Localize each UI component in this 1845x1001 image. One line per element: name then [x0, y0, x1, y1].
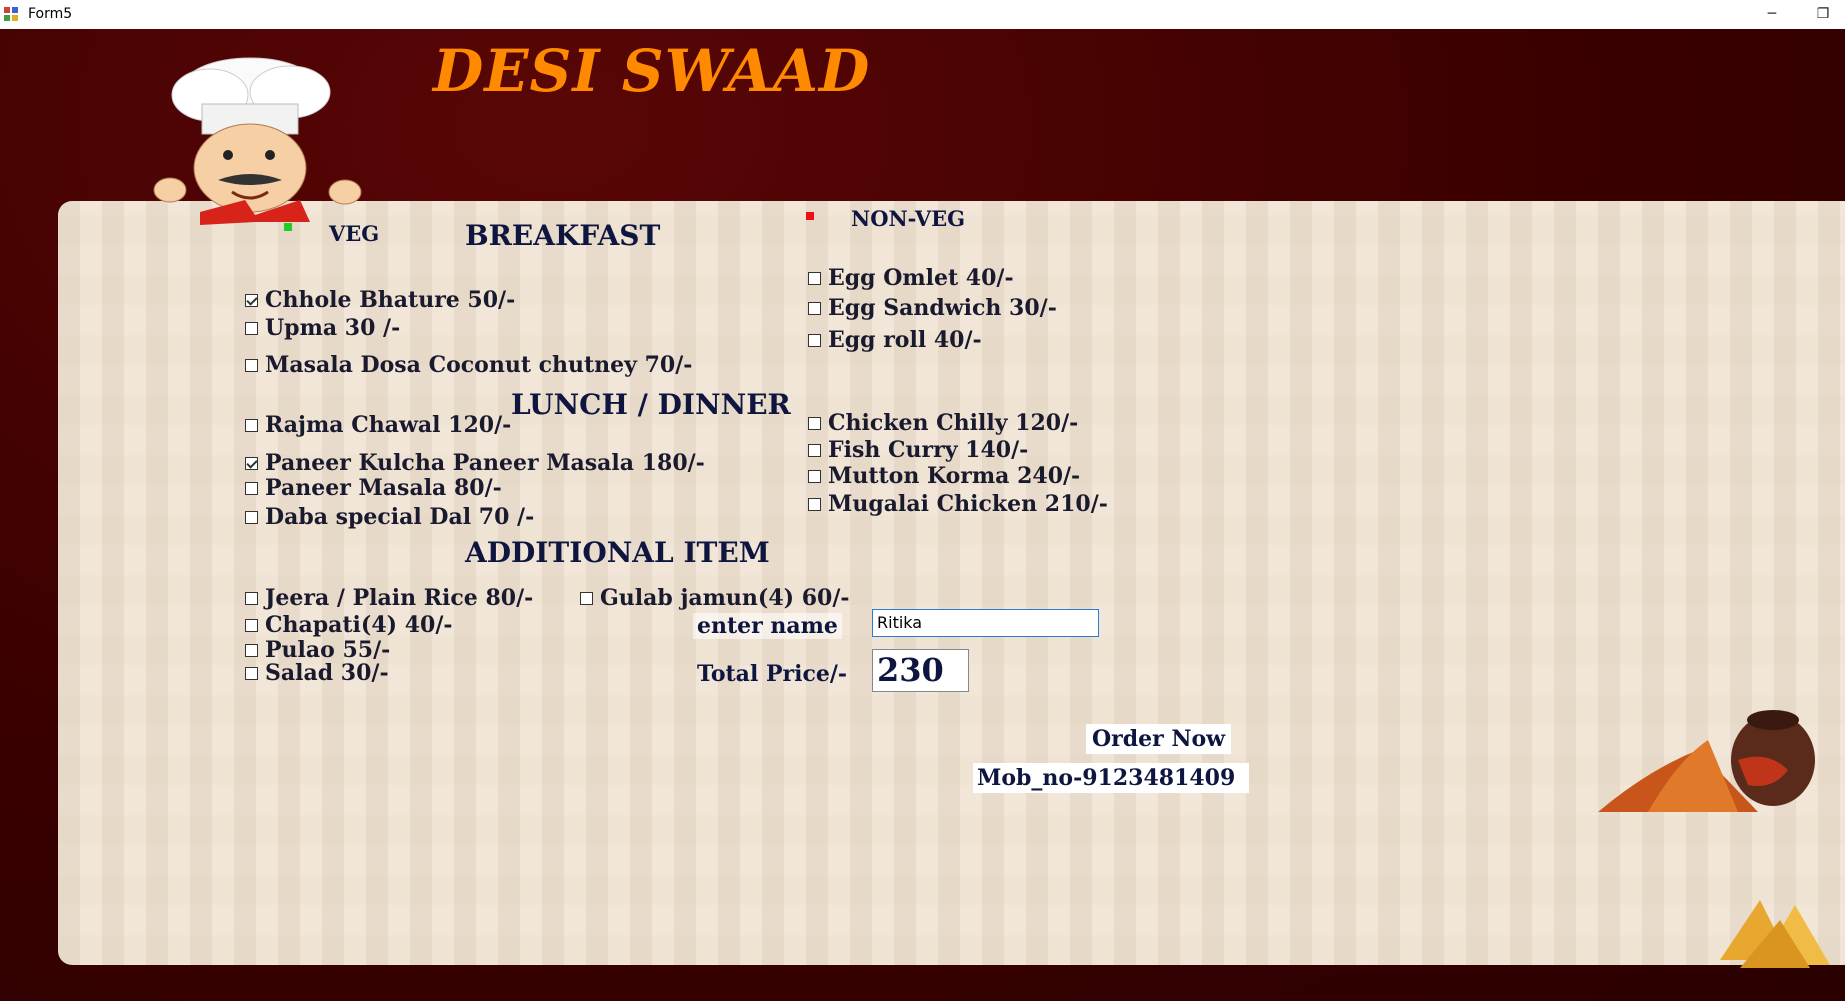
item-label: Salad 30/- [265, 660, 389, 686]
item-label: Chhole Bhature 50/- [265, 287, 516, 313]
checkbox-icon[interactable] [808, 333, 821, 347]
restore-button[interactable]: ❐ [1803, 2, 1843, 26]
item-salad[interactable]: Salad 30/- [245, 660, 389, 686]
checkbox-icon[interactable] [245, 456, 258, 470]
breakfast-heading: BREAKFAST [465, 219, 661, 252]
checkbox-icon[interactable] [580, 591, 593, 605]
item-label: Chapati(4) 40/- [265, 612, 453, 638]
item-label: Egg roll 40/- [828, 327, 982, 353]
brand-title: DESI SWAAD [433, 37, 871, 105]
checkbox-icon[interactable] [245, 358, 258, 372]
mobile-number-label: Mob_no-9123481409 [973, 763, 1250, 793]
item-gulab-jamun[interactable]: Gulab jamun(4) 60/- [580, 585, 850, 611]
item-daba-special-dal[interactable]: Daba special Dal 70 /- [245, 504, 534, 530]
samosa-plate-image [1720, 900, 1830, 968]
item-label: Fish Curry 140/- [828, 437, 1029, 463]
item-masala-dosa[interactable]: Masala Dosa Coconut chutney 70/- [245, 352, 692, 378]
checkbox-icon[interactable] [808, 469, 821, 483]
item-label: Daba special Dal 70 /- [265, 504, 535, 530]
veg-indicator-icon [284, 223, 292, 231]
item-egg-omlet[interactable]: Egg Omlet 40/- [808, 265, 1014, 291]
checkbox-icon[interactable] [808, 497, 821, 511]
item-jeera-rice[interactable]: Jeera / Plain Rice 80/- [245, 585, 533, 611]
item-label: Mugalai Chicken 210/- [828, 491, 1108, 517]
item-paneer-kulcha[interactable]: Paneer Kulcha Paneer Masala 180/- [245, 450, 705, 476]
app-icon [4, 7, 18, 21]
nonveg-indicator-icon [806, 212, 814, 220]
checkbox-icon[interactable] [245, 666, 258, 680]
item-mugalai-chicken[interactable]: Mugalai Chicken 210/- [808, 491, 1108, 517]
item-rajma-chawal[interactable]: Rajma Chawal 120/- [245, 412, 511, 438]
item-chhole-bhature[interactable]: Chhole Bhature 50/- [245, 287, 515, 313]
item-label: Upma 30 /- [265, 315, 401, 341]
order-now-button[interactable]: Order Now [1086, 724, 1232, 754]
checkbox-icon[interactable] [808, 443, 821, 457]
item-label: Egg Omlet 40/- [828, 265, 1014, 291]
item-paneer-masala[interactable]: Paneer Masala 80/- [245, 475, 502, 501]
checkbox-icon[interactable] [808, 271, 821, 285]
checkbox-icon[interactable] [245, 510, 258, 524]
checkbox-icon[interactable] [245, 418, 258, 432]
item-fish-curry[interactable]: Fish Curry 140/- [808, 437, 1028, 463]
title-bar: Form5 ─ ❐ [0, 0, 1845, 30]
lunch-dinner-heading: LUNCH / DINNER [511, 388, 791, 421]
item-label: Masala Dosa Coconut chutney 70/- [265, 352, 693, 378]
checkbox-icon[interactable] [245, 618, 258, 632]
checkbox-icon[interactable] [245, 293, 258, 307]
total-price-field: 230 [872, 649, 969, 692]
minimize-button[interactable]: ─ [1752, 2, 1792, 26]
item-label: Egg Sandwich 30/- [828, 295, 1057, 321]
item-upma[interactable]: Upma 30 /- [245, 315, 400, 341]
item-chicken-chilly[interactable]: Chicken Chilly 120/- [808, 410, 1078, 436]
item-label: Mutton Korma 240/- [828, 463, 1081, 489]
item-label: Gulab jamun(4) 60/- [600, 585, 850, 611]
item-label: Paneer Kulcha Paneer Masala 180/- [265, 450, 705, 476]
checkbox-icon[interactable] [245, 321, 258, 335]
nonveg-label: NON-VEG [851, 206, 966, 231]
total-price-label: Total Price/- [697, 661, 848, 687]
chef-mascot-image [153, 57, 362, 225]
name-input[interactable]: Ritika [872, 609, 1099, 637]
item-label: Rajma Chawal 120/- [265, 412, 512, 438]
item-chapati[interactable]: Chapati(4) 40/- [245, 612, 452, 638]
enter-name-label: enter name [693, 613, 842, 639]
additional-item-heading: ADDITIONAL ITEM [465, 536, 770, 569]
veg-label: VEG [329, 221, 380, 246]
checkbox-icon[interactable] [245, 643, 258, 657]
item-mutton-korma[interactable]: Mutton Korma 240/- [808, 463, 1080, 489]
tandoori-pot-image [1598, 710, 1815, 812]
item-label: Chicken Chilly 120/- [828, 410, 1079, 436]
item-label: Paneer Masala 80/- [265, 475, 502, 501]
checkbox-icon[interactable] [808, 301, 821, 315]
checkbox-icon[interactable] [808, 416, 821, 430]
item-label: Jeera / Plain Rice 80/- [265, 585, 534, 611]
checkbox-icon[interactable] [245, 591, 258, 605]
window-title: Form5 [28, 6, 73, 22]
item-egg-roll[interactable]: Egg roll 40/- [808, 327, 982, 353]
checkbox-icon[interactable] [245, 481, 258, 495]
item-egg-sandwich[interactable]: Egg Sandwich 30/- [808, 295, 1057, 321]
